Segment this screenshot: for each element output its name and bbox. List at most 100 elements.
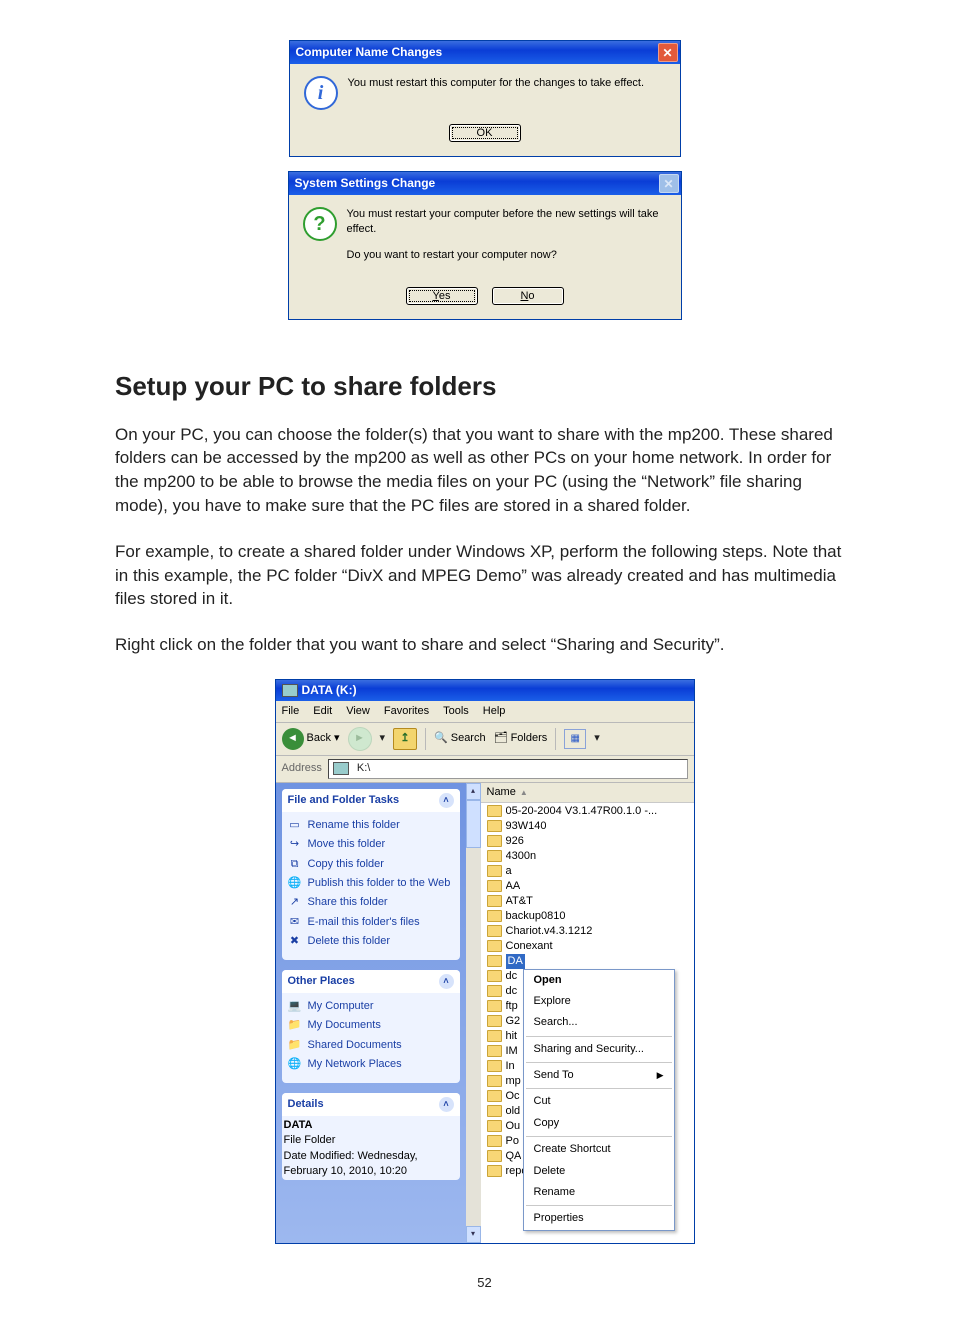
menu-separator	[526, 1036, 672, 1037]
panel-header[interactable]: File and Folder Tasks ˄	[282, 789, 460, 812]
folder-icon	[487, 940, 502, 952]
panel-header[interactable]: Details ˄	[282, 1093, 460, 1116]
question-icon: ?	[303, 207, 337, 241]
table-row[interactable]: 93W140	[481, 819, 694, 834]
info-icon: i	[304, 76, 338, 110]
ok-button[interactable]: OK	[449, 124, 521, 142]
up-folder-button[interactable]	[393, 728, 417, 750]
table-row[interactable]: a	[481, 864, 694, 879]
place-icon: 🌐	[288, 1058, 302, 1072]
task-link[interactable]: ▭Rename this folder	[288, 816, 456, 835]
no-button[interactable]: No	[492, 287, 564, 305]
address-input[interactable]: K:\	[328, 759, 688, 778]
folder-name: dc	[506, 969, 518, 984]
back-icon: ◄	[282, 728, 304, 750]
context-menu-item[interactable]: Open	[524, 970, 674, 991]
table-row[interactable]: Chariot.v4.3.1212	[481, 924, 694, 939]
page-number: 52	[115, 1274, 854, 1292]
dropdown-icon: ▾	[334, 731, 340, 746]
folder-name: AT&T	[506, 894, 533, 909]
folder-icon	[487, 835, 502, 847]
menu-item-label: Cut	[534, 1094, 551, 1109]
task-link[interactable]: ✖Delete this folder	[288, 932, 456, 951]
task-link[interactable]: ↗Share this folder	[288, 893, 456, 912]
scrollbar[interactable]: ▴ ▾	[466, 783, 481, 1243]
views-button[interactable]: ▦	[564, 729, 586, 749]
menu-help[interactable]: Help	[483, 704, 506, 719]
panel-details: Details ˄ DATA File Folder Date Modified…	[282, 1093, 460, 1180]
context-menu-item[interactable]: Create Shortcut	[524, 1139, 674, 1160]
folder-icon	[487, 895, 502, 907]
context-menu-item[interactable]: Properties	[524, 1208, 674, 1229]
menu-edit[interactable]: Edit	[313, 704, 332, 719]
menu-file[interactable]: File	[282, 704, 300, 719]
col-label: Name	[487, 785, 516, 800]
context-menu-item[interactable]: Copy	[524, 1113, 674, 1134]
folder-name: mp	[506, 1074, 521, 1089]
folder-name: Po	[506, 1134, 519, 1149]
task-icon: ✖	[288, 935, 302, 949]
menu-favorites[interactable]: Favorites	[384, 704, 429, 719]
scroll-up-icon[interactable]: ▴	[466, 783, 481, 800]
table-row[interactable]: AT&T	[481, 894, 694, 909]
folder-name: ftp	[506, 999, 518, 1014]
table-row[interactable]: DA	[481, 954, 694, 969]
context-menu-item[interactable]: Send To▶	[524, 1065, 674, 1086]
context-menu-item[interactable]: Search...	[524, 1012, 674, 1033]
task-link[interactable]: 🌐Publish this folder to the Web	[288, 874, 456, 893]
scroll-down-icon[interactable]: ▾	[466, 1226, 481, 1243]
titlebar: Computer Name Changes ✕	[290, 41, 680, 64]
place-link[interactable]: 📁My Documents	[288, 1016, 456, 1035]
task-label: E-mail this folder's files	[308, 915, 420, 930]
place-link[interactable]: 💻My Computer	[288, 997, 456, 1016]
column-header-name[interactable]: Name ▲	[481, 783, 694, 803]
task-link[interactable]: ⧉Copy this folder	[288, 855, 456, 874]
table-row[interactable]: 05-20-2004 V3.1.47R00.1.0 -...	[481, 804, 694, 819]
menu-view[interactable]: View	[346, 704, 370, 719]
folders-button[interactable]: 🗂Folders	[494, 731, 548, 746]
task-icon: ▭	[288, 819, 302, 833]
context-menu-item[interactable]: Explore	[524, 991, 674, 1012]
context-menu-item[interactable]: Cut	[524, 1091, 674, 1112]
toolbar: ◄ Back ▾ ► ▾ 🔍Search 🗂Folders ▦▾	[276, 723, 694, 756]
menu-separator	[526, 1088, 672, 1089]
close-icon[interactable]: ✕	[658, 43, 678, 62]
table-row[interactable]: 926	[481, 834, 694, 849]
folder-name: QA	[506, 1149, 522, 1164]
forward-button[interactable]: ►	[348, 727, 372, 751]
menu-bar[interactable]: File Edit View Favorites Tools Help	[276, 701, 694, 723]
table-row[interactable]: 4300n	[481, 849, 694, 864]
task-icon: ↗	[288, 896, 302, 910]
search-button[interactable]: 🔍Search	[434, 731, 486, 746]
folder-icon	[487, 1150, 502, 1162]
menu-item-label: Send To	[534, 1068, 574, 1083]
folder-name: hit	[506, 1029, 518, 1044]
context-menu[interactable]: OpenExploreSearch... Sharing and Security…	[523, 969, 675, 1231]
table-row[interactable]: backup0810	[481, 909, 694, 924]
menu-tools[interactable]: Tools	[443, 704, 469, 719]
place-label: Shared Documents	[308, 1038, 402, 1053]
table-row[interactable]: Conexant	[481, 939, 694, 954]
file-pane: Name ▲ 05-20-2004 V3.1.47R00.1.0 -...93W…	[481, 783, 694, 1243]
panel-header[interactable]: Other Places ˄	[282, 970, 460, 993]
context-menu-item[interactable]: Delete	[524, 1161, 674, 1182]
table-row[interactable]: AA	[481, 879, 694, 894]
task-icon: ✉	[288, 916, 302, 930]
context-menu-item[interactable]: Sharing and Security...	[524, 1039, 674, 1060]
folder-icon	[487, 850, 502, 862]
folder-name: In	[506, 1059, 515, 1074]
section-heading: Setup your PC to share folders	[115, 368, 854, 404]
menu-separator	[526, 1205, 672, 1206]
task-link[interactable]: ✉ E-mail this folder's files	[288, 913, 456, 932]
yes-button[interactable]: Yes	[406, 287, 478, 305]
place-link[interactable]: 🌐My Network Places	[288, 1055, 456, 1074]
menu-item-label: Rename	[534, 1185, 576, 1200]
scroll-thumb[interactable]	[466, 800, 481, 848]
folder-icon	[487, 865, 502, 877]
panel-title: Other Places	[288, 974, 355, 989]
place-link[interactable]: 📁Shared Documents	[288, 1036, 456, 1055]
context-menu-item[interactable]: Rename	[524, 1182, 674, 1203]
back-button[interactable]: ◄ Back ▾	[282, 728, 340, 750]
task-link[interactable]: ↪Move this folder	[288, 835, 456, 854]
folder-icon	[487, 910, 502, 922]
